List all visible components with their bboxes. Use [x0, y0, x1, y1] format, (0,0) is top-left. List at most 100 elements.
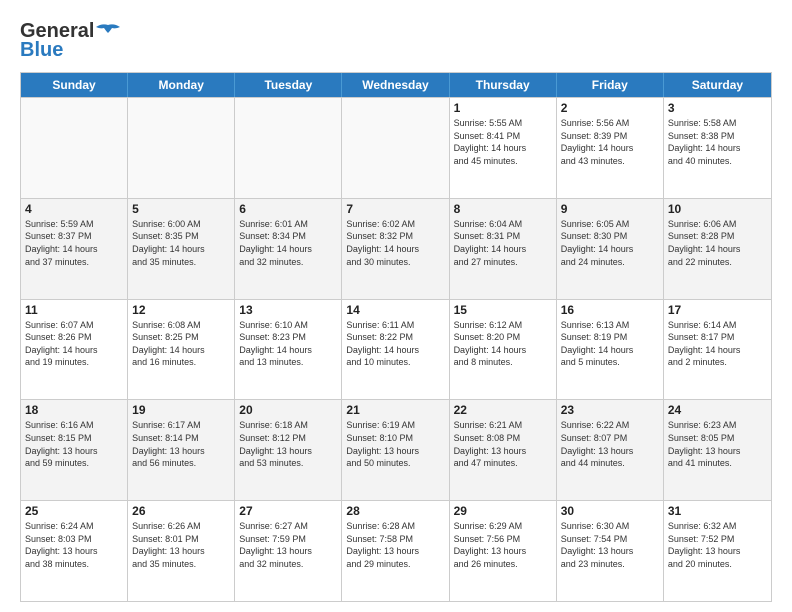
day-number: 29 [454, 504, 552, 518]
cal-cell: 1 Sunrise: 5:55 AM Sunset: 8:41 PM Daylig… [450, 98, 557, 198]
calendar-body: 1 Sunrise: 5:55 AM Sunset: 8:41 PM Daylig… [21, 97, 771, 601]
day-info: Sunrise: 5:59 AM Sunset: 8:37 PM Dayligh… [25, 218, 123, 268]
day-info: Sunrise: 6:04 AM Sunset: 8:31 PM Dayligh… [454, 218, 552, 268]
calendar-header-row: SundayMondayTuesdayWednesdayThursdayFrid… [21, 73, 771, 97]
day-info: Sunrise: 6:21 AM Sunset: 8:08 PM Dayligh… [454, 419, 552, 469]
cal-cell: 5 Sunrise: 6:00 AM Sunset: 8:35 PM Daylig… [128, 199, 235, 299]
day-number: 2 [561, 101, 659, 115]
cal-week-2: 4 Sunrise: 5:59 AM Sunset: 8:37 PM Daylig… [21, 198, 771, 299]
cal-cell: 23Sunrise: 6:22 AM Sunset: 8:07 PM Dayli… [557, 400, 664, 500]
day-info: Sunrise: 6:05 AM Sunset: 8:30 PM Dayligh… [561, 218, 659, 268]
cal-header-tuesday: Tuesday [235, 73, 342, 97]
cal-cell: 28 Sunrise: 6:28 AM Sunset: 7:58 PM Dayli… [342, 501, 449, 601]
day-number: 21 [346, 403, 444, 417]
day-info: Sunrise: 6:22 AM Sunset: 8:07 PM Dayligh… [561, 419, 659, 469]
cal-cell: 11 Sunrise: 6:07 AM Sunset: 8:26 PM Dayli… [21, 300, 128, 400]
day-number: 5 [132, 202, 230, 216]
day-info: Sunrise: 6:14 AM Sunset: 8:17 PM Dayligh… [668, 319, 767, 369]
day-info: Sunrise: 6:07 AM Sunset: 8:26 PM Dayligh… [25, 319, 123, 369]
day-number: 6 [239, 202, 337, 216]
cal-cell [235, 98, 342, 198]
day-number: 28 [346, 504, 444, 518]
cal-header-saturday: Saturday [664, 73, 771, 97]
day-info: Sunrise: 6:23 AM Sunset: 8:05 PM Dayligh… [668, 419, 767, 469]
day-info: Sunrise: 6:18 AM Sunset: 8:12 PM Dayligh… [239, 419, 337, 469]
day-info: Sunrise: 6:06 AM Sunset: 8:28 PM Dayligh… [668, 218, 767, 268]
day-info: Sunrise: 6:00 AM Sunset: 8:35 PM Dayligh… [132, 218, 230, 268]
cal-cell: 30 Sunrise: 6:30 AM Sunset: 7:54 PM Dayli… [557, 501, 664, 601]
cal-cell: 27 Sunrise: 6:27 AM Sunset: 7:59 PM Dayli… [235, 501, 342, 601]
day-info: Sunrise: 6:24 AM Sunset: 8:03 PM Dayligh… [25, 520, 123, 570]
cal-cell: 14Sunrise: 6:11 AM Sunset: 8:22 PM Dayli… [342, 300, 449, 400]
cal-header-wednesday: Wednesday [342, 73, 449, 97]
day-info: Sunrise: 6:01 AM Sunset: 8:34 PM Dayligh… [239, 218, 337, 268]
cal-header-sunday: Sunday [21, 73, 128, 97]
cal-week-5: 25 Sunrise: 6:24 AM Sunset: 8:03 PM Dayli… [21, 500, 771, 601]
day-info: Sunrise: 6:30 AM Sunset: 7:54 PM Dayligh… [561, 520, 659, 570]
day-number: 31 [668, 504, 767, 518]
cal-cell: 22 Sunrise: 6:21 AM Sunset: 8:08 PM Dayli… [450, 400, 557, 500]
cal-cell: 20 Sunrise: 6:18 AM Sunset: 8:12 PM Dayli… [235, 400, 342, 500]
day-info: Sunrise: 6:26 AM Sunset: 8:01 PM Dayligh… [132, 520, 230, 570]
day-number: 13 [239, 303, 337, 317]
day-number: 1 [454, 101, 552, 115]
day-number: 19 [132, 403, 230, 417]
day-info: Sunrise: 6:28 AM Sunset: 7:58 PM Dayligh… [346, 520, 444, 570]
day-info: Sunrise: 6:11 AM Sunset: 8:22 PM Dayligh… [346, 319, 444, 369]
cal-cell: 19 Sunrise: 6:17 AM Sunset: 8:14 PM Dayli… [128, 400, 235, 500]
day-number: 4 [25, 202, 123, 216]
day-info: Sunrise: 5:58 AM Sunset: 8:38 PM Dayligh… [668, 117, 767, 167]
cal-cell: 25 Sunrise: 6:24 AM Sunset: 8:03 PM Dayli… [21, 501, 128, 601]
day-info: Sunrise: 6:10 AM Sunset: 8:23 PM Dayligh… [239, 319, 337, 369]
cal-cell: 7Sunrise: 6:02 AM Sunset: 8:32 PM Daylig… [342, 199, 449, 299]
cal-cell: 6 Sunrise: 6:01 AM Sunset: 8:34 PM Daylig… [235, 199, 342, 299]
day-info: Sunrise: 5:56 AM Sunset: 8:39 PM Dayligh… [561, 117, 659, 167]
cal-cell: 17Sunrise: 6:14 AM Sunset: 8:17 PM Dayli… [664, 300, 771, 400]
day-number: 8 [454, 202, 552, 216]
day-info: Sunrise: 6:32 AM Sunset: 7:52 PM Dayligh… [668, 520, 767, 570]
cal-cell: 4 Sunrise: 5:59 AM Sunset: 8:37 PM Daylig… [21, 199, 128, 299]
day-number: 20 [239, 403, 337, 417]
page: General Blue SundayMondayTuesdayWednesda… [0, 0, 792, 612]
cal-header-monday: Monday [128, 73, 235, 97]
day-number: 11 [25, 303, 123, 317]
logo-bird-icon [94, 23, 122, 41]
logo: General Blue [20, 20, 122, 62]
day-number: 12 [132, 303, 230, 317]
cal-week-4: 18 Sunrise: 6:16 AM Sunset: 8:15 PM Dayli… [21, 399, 771, 500]
day-number: 24 [668, 403, 767, 417]
day-info: Sunrise: 6:29 AM Sunset: 7:56 PM Dayligh… [454, 520, 552, 570]
day-number: 25 [25, 504, 123, 518]
day-number: 9 [561, 202, 659, 216]
day-number: 3 [668, 101, 767, 115]
cal-header-thursday: Thursday [450, 73, 557, 97]
cal-cell: 12 Sunrise: 6:08 AM Sunset: 8:25 PM Dayli… [128, 300, 235, 400]
cal-cell: 31 Sunrise: 6:32 AM Sunset: 7:52 PM Dayli… [664, 501, 771, 601]
cal-cell: 29 Sunrise: 6:29 AM Sunset: 7:56 PM Dayli… [450, 501, 557, 601]
cal-cell: 21Sunrise: 6:19 AM Sunset: 8:10 PM Dayli… [342, 400, 449, 500]
day-number: 30 [561, 504, 659, 518]
day-number: 27 [239, 504, 337, 518]
day-info: Sunrise: 6:08 AM Sunset: 8:25 PM Dayligh… [132, 319, 230, 369]
day-number: 22 [454, 403, 552, 417]
day-info: Sunrise: 6:17 AM Sunset: 8:14 PM Dayligh… [132, 419, 230, 469]
cal-cell: 10 Sunrise: 6:06 AM Sunset: 8:28 PM Dayli… [664, 199, 771, 299]
cal-cell: 18 Sunrise: 6:16 AM Sunset: 8:15 PM Dayli… [21, 400, 128, 500]
day-number: 10 [668, 202, 767, 216]
cal-cell [21, 98, 128, 198]
cal-header-friday: Friday [557, 73, 664, 97]
cal-cell: 9 Sunrise: 6:05 AM Sunset: 8:30 PM Daylig… [557, 199, 664, 299]
day-info: Sunrise: 6:27 AM Sunset: 7:59 PM Dayligh… [239, 520, 337, 570]
day-info: Sunrise: 6:02 AM Sunset: 8:32 PM Dayligh… [346, 218, 444, 268]
cal-cell [342, 98, 449, 198]
day-info: Sunrise: 5:55 AM Sunset: 8:41 PM Dayligh… [454, 117, 552, 167]
day-info: Sunrise: 6:16 AM Sunset: 8:15 PM Dayligh… [25, 419, 123, 469]
day-number: 18 [25, 403, 123, 417]
day-number: 16 [561, 303, 659, 317]
cal-cell: 24 Sunrise: 6:23 AM Sunset: 8:05 PM Dayli… [664, 400, 771, 500]
cal-cell [128, 98, 235, 198]
calendar: SundayMondayTuesdayWednesdayThursdayFrid… [20, 72, 772, 602]
cal-cell: 8 Sunrise: 6:04 AM Sunset: 8:31 PM Daylig… [450, 199, 557, 299]
cal-week-1: 1 Sunrise: 5:55 AM Sunset: 8:41 PM Daylig… [21, 97, 771, 198]
cal-cell: 26Sunrise: 6:26 AM Sunset: 8:01 PM Dayli… [128, 501, 235, 601]
